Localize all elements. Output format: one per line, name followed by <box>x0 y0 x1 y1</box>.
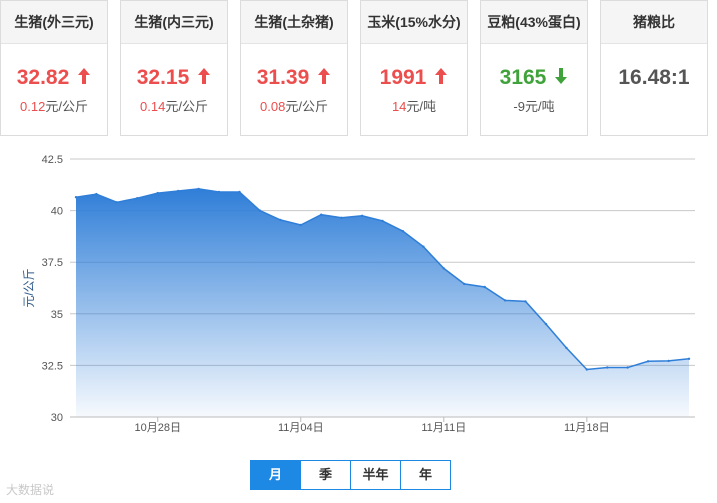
price-card[interactable]: 玉米(15%水分) 1991 14元/吨 <box>360 0 468 136</box>
data-point <box>401 230 405 233</box>
data-point <box>156 191 159 195</box>
data-point <box>115 201 119 204</box>
x-tick-label: 11月11日 <box>421 422 466 434</box>
card-change: -9元/吨 <box>481 96 587 115</box>
price-cards: 生猪(外三元) 32.82 0.12元/公斤 生猪(内三元) 32.15 0.1… <box>0 0 717 150</box>
data-point <box>667 359 670 363</box>
data-point <box>197 187 200 191</box>
y-tick-label: 30 <box>51 412 63 424</box>
price-card[interactable]: 生猪(内三元) 32.15 0.14元/公斤 <box>120 0 228 136</box>
card-title: 生猪(土杂猪) <box>241 1 347 44</box>
data-point <box>544 322 548 326</box>
price-value: 31.39 <box>256 66 310 89</box>
arrow-up-icon <box>435 68 448 84</box>
card-title: 玉米(15%水分) <box>361 1 467 44</box>
card-price: 16.48:1 <box>601 64 707 92</box>
price-card[interactable]: 生猪(外三元) 32.82 0.12元/公斤 <box>0 0 108 136</box>
data-point <box>238 190 241 194</box>
data-point <box>299 223 302 227</box>
change-value: 0.14 <box>140 99 166 114</box>
card-price: 3165 <box>481 64 587 92</box>
card-title: 生猪(内三元) <box>121 1 227 44</box>
card-price: 1991 <box>361 64 467 92</box>
card-title: 生猪(外三元) <box>1 1 107 44</box>
change-unit: 元/吨 <box>406 99 437 114</box>
data-point <box>95 192 98 196</box>
price-value: 1991 <box>379 66 427 89</box>
watermark: 大数据说 <box>6 483 55 497</box>
data-point <box>442 267 445 270</box>
data-point <box>565 346 568 350</box>
change-value: 14 <box>391 99 407 114</box>
price-value: 16.48:1 <box>618 66 690 89</box>
card-price: 32.82 <box>1 64 107 92</box>
change-unit: 元/公斤 <box>45 99 88 114</box>
series-area <box>76 188 689 417</box>
data-point <box>463 282 466 286</box>
y-tick-label: 42.5 <box>42 154 63 166</box>
data-point <box>258 209 262 212</box>
card-change: 14元/吨 <box>361 96 467 115</box>
change-unit: 元/公斤 <box>285 99 328 114</box>
change-value: -9 <box>513 99 525 114</box>
change-unit: 元/吨 <box>524 99 555 114</box>
y-tick-label: 40 <box>51 206 63 218</box>
x-tick-label: 10月28日 <box>134 422 180 434</box>
arrow-down-icon <box>555 68 568 84</box>
price-card[interactable]: 生猪(土杂猪) 31.39 0.08元/公斤 <box>240 0 348 136</box>
tab-period[interactable]: 季 <box>300 461 350 489</box>
data-point <box>136 197 139 200</box>
price-value: 3165 <box>499 66 547 89</box>
card-title: 豆粕(43%蛋白) <box>481 1 587 44</box>
data-point <box>524 300 527 303</box>
price-card[interactable]: 豆粕(43%蛋白) 3165 -9元/吨 <box>480 0 588 136</box>
arrow-up-icon <box>78 68 91 84</box>
data-point <box>74 196 78 199</box>
tab-period[interactable]: 月 <box>251 461 300 489</box>
period-selector: 月 季 半年 年 <box>250 460 451 490</box>
arrow-up-icon <box>198 68 211 84</box>
data-point <box>320 213 323 216</box>
data-point <box>606 366 609 369</box>
price-value: 32.82 <box>16 66 70 89</box>
change-unit: 元/公斤 <box>165 99 208 114</box>
card-change: 0.12元/公斤 <box>1 96 107 115</box>
card-title: 猪粮比 <box>601 1 707 44</box>
data-point <box>177 189 180 193</box>
y-tick-label: 35 <box>51 309 63 321</box>
data-point <box>626 366 629 369</box>
price-area-chart: 42.5 40 37.5 35 32.5 30 10月28日 11月04日 11月11日 11月1… <box>22 154 695 434</box>
y-tick-label: 32.5 <box>42 360 63 372</box>
data-point <box>483 285 486 289</box>
data-point <box>340 216 343 219</box>
price-chart-panel: 42.5 40 37.5 35 32.5 30 10月28日 11月04日 11月11日 11月1… <box>0 150 717 503</box>
card-change: 0.08元/公斤 <box>241 96 347 115</box>
change-value: 0.12 <box>20 99 46 114</box>
y-tick-label: 37.5 <box>42 257 63 269</box>
data-point <box>585 368 588 371</box>
data-point <box>687 357 691 360</box>
card-change: 0.14元/公斤 <box>121 96 227 115</box>
price-card[interactable]: 猪粮比 16.48:1 <box>600 0 708 136</box>
data-point <box>503 299 507 302</box>
arrow-up-icon <box>318 68 331 84</box>
data-point <box>360 214 364 217</box>
data-point <box>646 360 650 363</box>
data-point <box>381 219 384 223</box>
x-tick-label: 11月18日 <box>564 422 610 434</box>
tab-period[interactable]: 半年 <box>350 461 400 489</box>
price-value: 32.15 <box>136 66 190 89</box>
x-tick-label: 11月04日 <box>278 422 324 434</box>
data-point <box>279 218 282 222</box>
card-price: 32.15 <box>121 64 227 92</box>
card-price: 31.39 <box>241 64 347 92</box>
change-value: 0.08 <box>260 99 286 114</box>
tab-period[interactable]: 年 <box>400 461 450 489</box>
y-axis-label: 元/公斤 <box>22 268 36 307</box>
data-point <box>422 245 425 248</box>
data-point <box>217 190 221 194</box>
